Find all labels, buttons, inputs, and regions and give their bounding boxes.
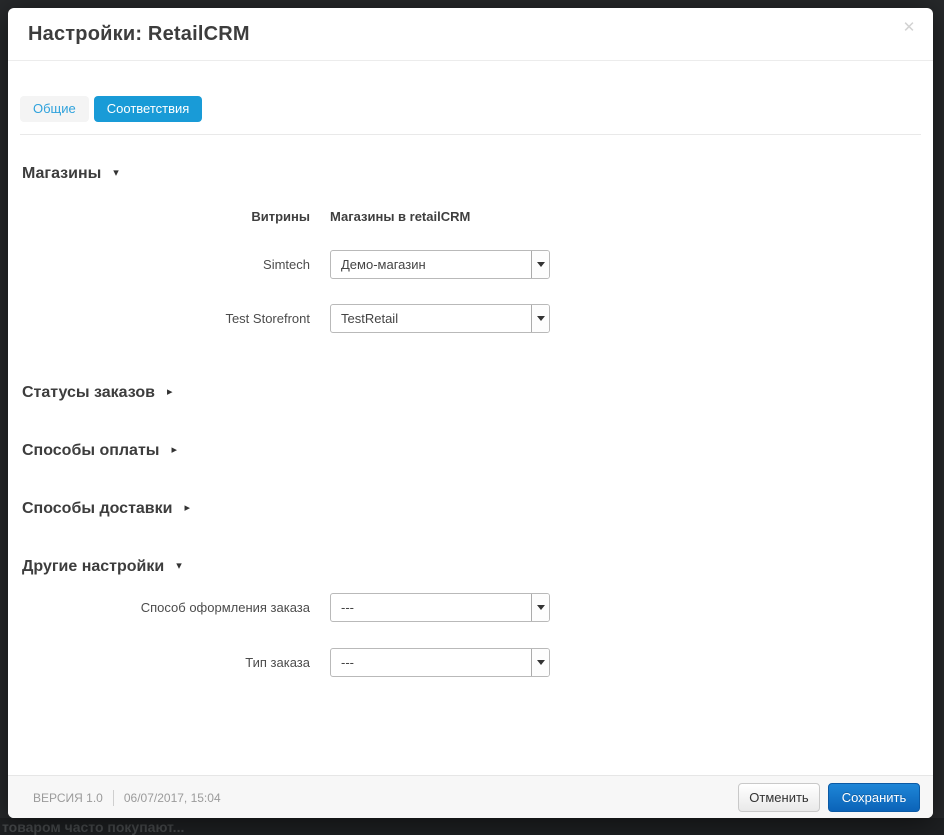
version-label: ВЕРСИЯ 1.0 (33, 791, 103, 805)
section-title: Магазины (22, 164, 101, 183)
select-value: TestRetail (341, 311, 398, 326)
select-dropdown-arrow-icon (531, 594, 549, 621)
version-datetime: 06/07/2017, 15:04 (124, 791, 221, 805)
save-button[interactable]: Сохранить (828, 783, 920, 812)
section-header-shipping-methods[interactable]: Способы доставки ▸ (22, 499, 190, 518)
caret-down-icon: ▾ (113, 168, 119, 179)
caret-right-icon: ▸ (167, 387, 173, 398)
tab-general[interactable]: Общие (20, 96, 89, 122)
store-select-test-storefront[interactable]: TestRetail (330, 304, 550, 333)
version-divider (113, 790, 114, 806)
order-creation-method-select[interactable]: --- (330, 593, 550, 622)
tab-mappings[interactable]: Соответствия (94, 96, 203, 122)
close-icon[interactable]: ✕ (898, 17, 920, 39)
select-dropdown-arrow-icon (531, 305, 549, 332)
cancel-button[interactable]: Отменить (738, 783, 820, 812)
caret-right-icon: ▸ (184, 503, 190, 514)
column-header-crm-stores: Магазины в retailCRM (330, 209, 470, 224)
tab-bar: Общие Соответствия (20, 96, 202, 122)
select-value: --- (341, 655, 354, 670)
section-header-stores[interactable]: Магазины ▾ (22, 164, 119, 183)
select-value: Демо-магазин (341, 257, 426, 272)
version-info: ВЕРСИЯ 1.0 06/07/2017, 15:04 (33, 776, 221, 819)
caret-down-icon: ▾ (176, 561, 182, 572)
section-title: Другие настройки (22, 557, 164, 576)
tabs-divider (20, 134, 921, 135)
store-row-label: Simtech (8, 250, 310, 279)
setting-row-label: Способ оформления заказа (8, 593, 310, 622)
page-title: Настройки: RetailCRM (28, 23, 250, 46)
select-value: --- (341, 600, 354, 615)
caret-right-icon: ▸ (171, 445, 177, 456)
store-row-label: Test Storefront (8, 304, 310, 333)
section-header-other-settings[interactable]: Другие настройки ▾ (22, 557, 182, 576)
select-dropdown-arrow-icon (531, 251, 549, 278)
occluded-page-text: товаром часто покупают... (2, 819, 184, 835)
order-type-select[interactable]: --- (330, 648, 550, 677)
header-divider (8, 60, 933, 61)
column-header-storefronts: Витрины (8, 209, 310, 224)
section-title: Способы доставки (22, 499, 172, 518)
store-select-simtech[interactable]: Демо-магазин (330, 250, 550, 279)
section-header-payment-methods[interactable]: Способы оплаты ▸ (22, 441, 177, 460)
occluded-page-band: товаром часто покупают... (0, 818, 944, 835)
settings-modal: Настройки: RetailCRM ✕ Общие Соответстви… (8, 8, 933, 818)
section-title: Статусы заказов (22, 383, 155, 402)
select-dropdown-arrow-icon (531, 649, 549, 676)
setting-row-label: Тип заказа (8, 648, 310, 677)
section-header-order-statuses[interactable]: Статусы заказов ▸ (22, 383, 172, 402)
dark-overlay-backdrop: товаром часто покупают... Настройки: Ret… (0, 0, 944, 835)
modal-footer: ВЕРСИЯ 1.0 06/07/2017, 15:04 Отменить Со… (8, 775, 933, 818)
section-title: Способы оплаты (22, 441, 159, 460)
